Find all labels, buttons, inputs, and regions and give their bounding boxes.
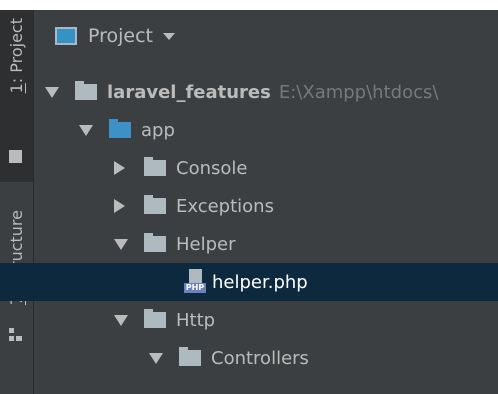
tree-node-label: Console [176, 157, 248, 179]
tree-node-label: Exceptions [176, 195, 274, 217]
tree-node-controllers[interactable]: Controllers [34, 339, 498, 377]
folder-icon [144, 233, 166, 252]
tree-node-app[interactable]: app [34, 111, 498, 149]
tree-node-helper[interactable]: Helper [34, 225, 498, 263]
tool-window-strip: 1: Project 7: Structure [0, 10, 34, 394]
collapse-arrow-icon[interactable] [114, 161, 125, 175]
chevron-down-icon[interactable] [163, 32, 176, 40]
ide-window: 1: Project 7: Structure Project laravel_… [0, 10, 498, 394]
expand-arrow-icon[interactable] [114, 238, 128, 250]
project-path: E:\Xampp\htdocs\ [278, 81, 439, 103]
folder-icon [179, 347, 201, 366]
tree-node-exceptions[interactable]: Exceptions [34, 187, 498, 225]
project-view-icon [55, 27, 77, 45]
folder-icon [144, 309, 166, 328]
tree-node-helper-php[interactable]: PHP helper.php [0, 263, 498, 301]
project-tool-tab-label: 1: Project [7, 18, 26, 94]
structure-tab-icon [9, 326, 22, 341]
project-view-title: Project [88, 25, 154, 47]
folder-icon [144, 157, 166, 176]
file-sheet [189, 269, 202, 283]
project-panel-header[interactable]: Project [34, 10, 498, 62]
project-tab-icon [9, 150, 22, 163]
php-badge: PHP [184, 283, 206, 293]
tree-node-http[interactable]: Http [34, 301, 498, 339]
folder-icon [75, 81, 97, 100]
php-file-icon: PHP [184, 269, 206, 295]
tree-node-label: Http [176, 309, 216, 331]
expand-arrow-icon[interactable] [149, 352, 163, 364]
expand-arrow-icon[interactable] [79, 124, 93, 136]
folder-icon [144, 195, 166, 214]
project-tree: laravel_features E:\Xampp\htdocs\ app Co… [0, 73, 498, 377]
expand-arrow-icon[interactable] [45, 86, 59, 98]
expand-arrow-icon[interactable] [114, 314, 128, 326]
tree-node-label: app [141, 119, 175, 141]
tree-node-label: Helper [176, 233, 236, 255]
collapse-arrow-icon[interactable] [114, 199, 125, 213]
tree-node-label: laravel_features [107, 81, 271, 103]
project-tool-tab[interactable]: 1: Project [0, 10, 33, 182]
tree-node-label: Controllers [211, 347, 309, 369]
source-folder-icon [109, 119, 131, 138]
tree-node-laravel-features[interactable]: laravel_features E:\Xampp\htdocs\ [34, 73, 498, 111]
tree-node-console[interactable]: Console [34, 149, 498, 187]
tree-node-label: helper.php [212, 271, 308, 293]
